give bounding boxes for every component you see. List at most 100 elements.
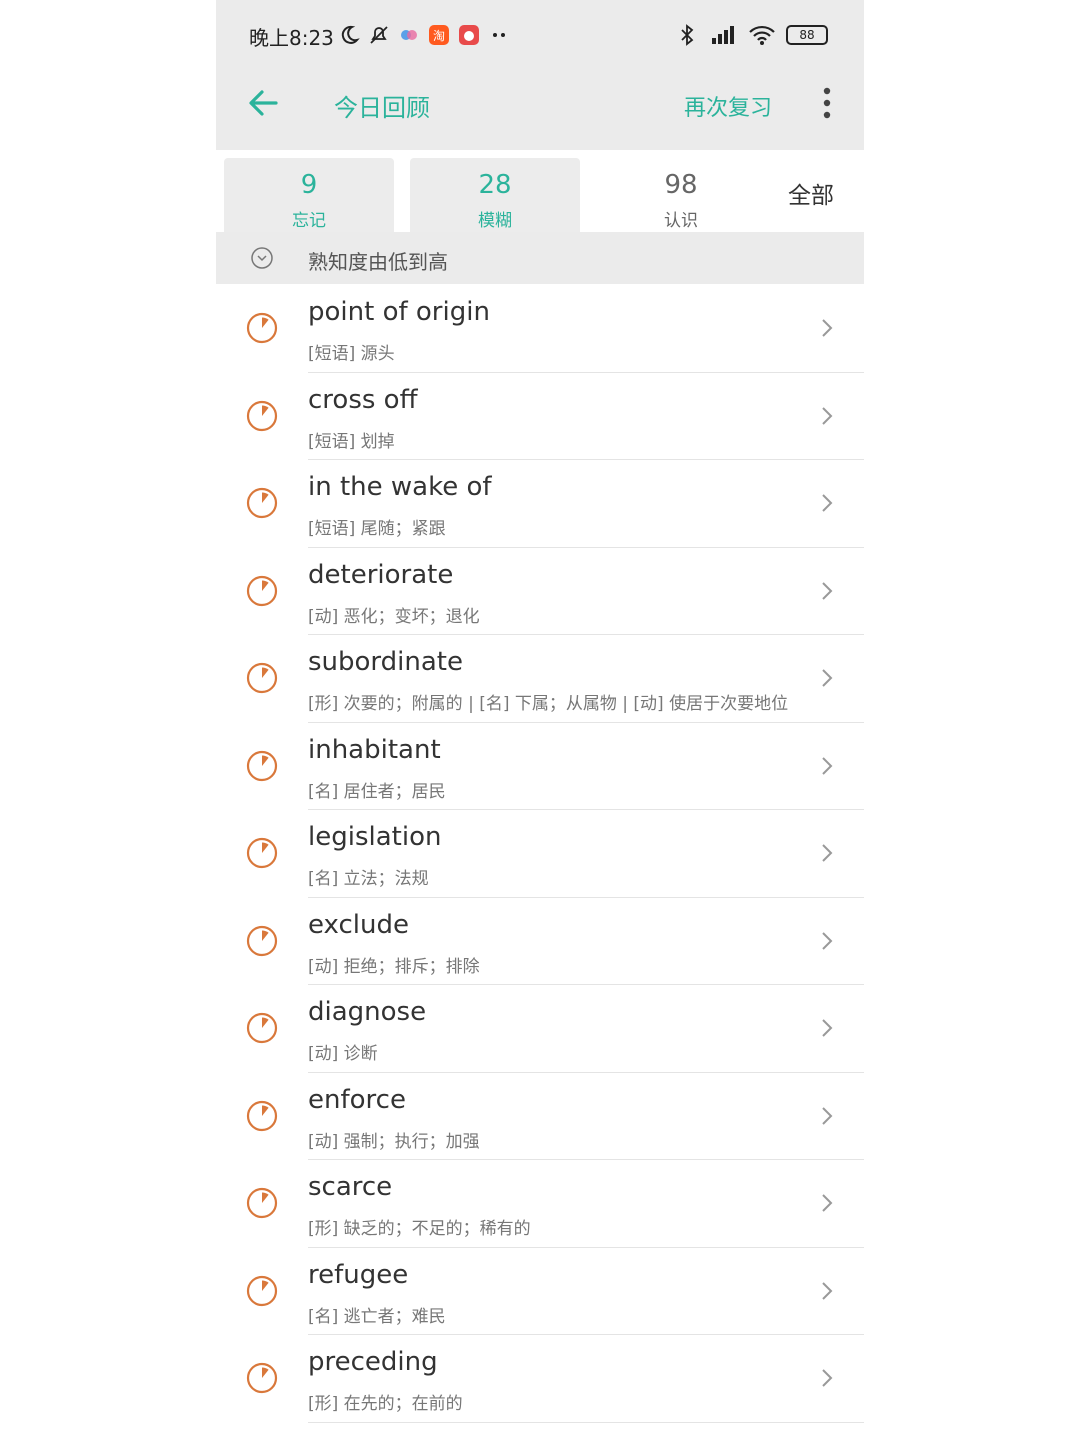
familiarity-pie-icon — [246, 1012, 278, 1044]
chevron-circle-down-icon — [251, 247, 273, 269]
page-title: 今日回顾 — [334, 94, 430, 122]
status-time: 晚上8:23 — [249, 26, 334, 50]
tab-known[interactable]: 98 认识 — [596, 158, 766, 232]
divider — [308, 1421, 864, 1423]
familiarity-pie-icon — [246, 487, 278, 519]
tab-label: 模糊 — [478, 211, 512, 231]
word-definition: [短语] 源头 — [308, 344, 395, 364]
familiarity-pie-icon — [246, 662, 278, 694]
list-item[interactable]: point of origin [短语] 源头 — [216, 285, 864, 373]
tab-forgot[interactable]: 9 忘记 — [224, 158, 394, 232]
moon-icon — [341, 25, 360, 44]
chevron-right-icon — [822, 1281, 833, 1300]
app-icon — [401, 30, 417, 40]
word-text: inhabitant — [308, 734, 441, 765]
sort-bar[interactable]: 熟知度由低到高 — [216, 232, 864, 284]
app-screen: 晚上8:23 淘 88 今日回顾 再次复习 9 忘记 28 模糊 98 认识 全… — [216, 0, 864, 1439]
familiarity-pie-icon — [246, 575, 278, 606]
word-definition: [形] 在先的；在前的 — [308, 1394, 463, 1414]
more-dots-icon — [493, 33, 505, 37]
word-text: in the wake of — [308, 472, 492, 502]
familiarity-pie-icon — [246, 750, 278, 781]
word-definition: [动] 恶化；变坏；退化 — [308, 606, 480, 627]
filter-tabs: 9 忘记 28 模糊 98 认识 全部 — [216, 150, 864, 232]
word-definition: [形] 缺乏的；不足的；稀有的 — [308, 1219, 531, 1239]
bluetooth-icon — [681, 24, 694, 46]
word-text: deteriorate — [308, 559, 454, 590]
word-text: preceding — [308, 1347, 438, 1377]
list-item[interactable]: in the wake of [短语] 尾随；紧跟 — [216, 460, 864, 548]
list-item[interactable]: refugee [名] 逃亡者；难民 — [216, 1248, 864, 1335]
tab-count: 9 — [300, 170, 318, 200]
familiarity-pie-icon — [246, 1362, 278, 1394]
word-definition: [形] 次要的；附属的 | [名] 下属；从属物 | [动] 使居于次要地位 — [308, 694, 789, 714]
list-item[interactable]: exclude [动] 拒绝；排斥；排除 — [216, 898, 864, 985]
tab-label: 认识 — [664, 211, 698, 231]
word-text: cross off — [308, 384, 418, 415]
tab-label: 忘记 — [292, 211, 326, 231]
word-definition: [动] 拒绝；排斥；排除 — [308, 956, 480, 977]
list-item[interactable]: enforce [动] 强制；执行；加强 — [216, 1073, 864, 1160]
chevron-right-icon — [822, 581, 833, 600]
tab-count: 98 — [664, 170, 698, 200]
chevron-right-icon — [822, 669, 833, 687]
tab-vague[interactable]: 28 模糊 — [410, 158, 580, 232]
word-definition: [名] 立法；法规 — [308, 869, 429, 889]
list-item[interactable]: diagnose [动] 诊断 — [216, 985, 864, 1073]
word-text: subordinate — [308, 647, 463, 677]
list-item[interactable]: subordinate [形] 次要的；附属的 | [名] 下属；从属物 | [… — [216, 635, 864, 723]
chevron-right-icon — [822, 1369, 833, 1387]
chevron-right-icon — [822, 319, 833, 337]
chevron-right-icon — [822, 931, 833, 950]
chevron-right-icon — [822, 406, 833, 425]
word-definition: [名] 居住者；居民 — [308, 781, 446, 802]
tab-count: 28 — [478, 170, 512, 200]
status-bar: 晚上8:23 淘 88 — [216, 0, 864, 76]
word-definition: [短语] 尾随；紧跟 — [308, 519, 446, 539]
familiarity-pie-icon — [246, 925, 278, 956]
tab-all[interactable]: 全部 — [788, 176, 834, 210]
word-definition: [短语] 划掉 — [308, 431, 395, 452]
taobao-icon: 淘 — [429, 25, 449, 45]
top-bar: 晚上8:23 淘 88 今日回顾 再次复习 — [216, 0, 864, 151]
wifi-icon — [749, 25, 775, 45]
list-item[interactable]: cross off [短语] 划掉 — [216, 373, 864, 460]
chevron-right-icon — [822, 1019, 833, 1037]
word-text: exclude — [308, 909, 409, 940]
word-text: point of origin — [308, 297, 490, 327]
battery-icon: 88 — [786, 25, 828, 45]
familiarity-pie-icon — [246, 837, 278, 869]
sort-label: 熟知度由低到高 — [308, 250, 448, 274]
list-item[interactable]: deteriorate [动] 恶化；变坏；退化 — [216, 548, 864, 635]
word-definition: [动] 强制；执行；加强 — [308, 1131, 480, 1152]
word-list: point of origin [短语] 源头 cross off [短语] 划… — [216, 285, 864, 1423]
word-text: refugee — [308, 1259, 409, 1290]
more-vert-icon[interactable] — [820, 86, 834, 120]
word-definition: [名] 逃亡者；难民 — [308, 1306, 446, 1327]
word-text: diagnose — [308, 997, 427, 1027]
app2-icon — [459, 25, 479, 45]
chevron-right-icon — [822, 494, 833, 512]
list-item[interactable]: legislation [名] 立法；法规 — [216, 810, 864, 898]
familiarity-pie-icon — [246, 1187, 278, 1219]
app-bar: 今日回顾 再次复习 — [216, 76, 864, 150]
familiarity-pie-icon — [246, 312, 278, 344]
signal-icon — [712, 26, 734, 44]
list-item[interactable]: scarce [形] 缺乏的；不足的；稀有的 — [216, 1160, 864, 1248]
mute-icon — [370, 26, 388, 44]
review-again-button[interactable]: 再次复习 — [684, 90, 772, 122]
list-item[interactable]: preceding [形] 在先的；在前的 — [216, 1335, 864, 1423]
svg-text:淘: 淘 — [433, 29, 445, 43]
chevron-right-icon — [822, 1194, 833, 1212]
chevron-right-icon — [822, 844, 833, 862]
word-text: enforce — [308, 1084, 406, 1115]
back-arrow-icon[interactable] — [246, 86, 280, 120]
word-definition: [动] 诊断 — [308, 1044, 378, 1064]
word-text: legislation — [308, 822, 442, 852]
chevron-right-icon — [822, 756, 833, 775]
chevron-right-icon — [822, 1106, 833, 1125]
familiarity-pie-icon — [246, 1275, 278, 1306]
word-text: scarce — [308, 1172, 393, 1202]
list-item[interactable]: inhabitant [名] 居住者；居民 — [216, 723, 864, 810]
familiarity-pie-icon — [246, 1100, 278, 1131]
